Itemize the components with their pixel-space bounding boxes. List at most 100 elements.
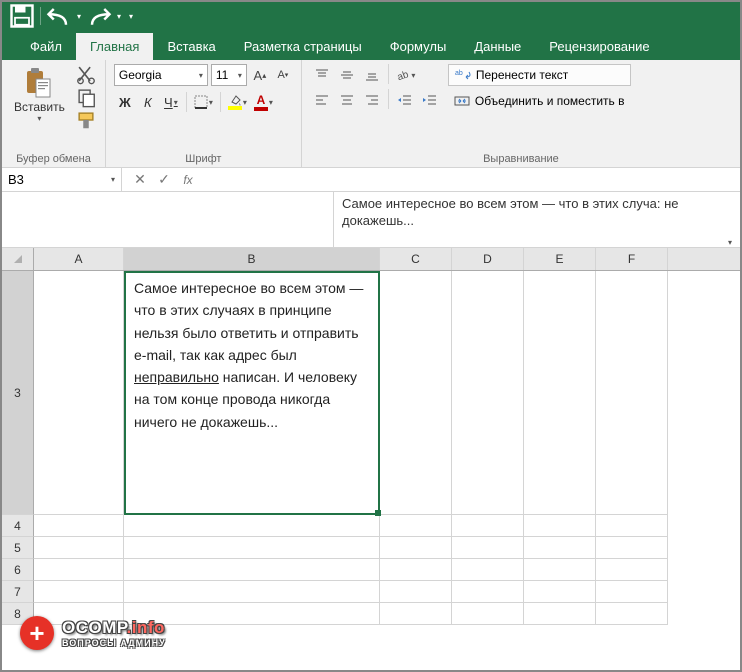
- tab-data[interactable]: Данные: [460, 33, 535, 60]
- italic-button[interactable]: К: [137, 91, 159, 113]
- cell[interactable]: [524, 603, 596, 625]
- row-header-6[interactable]: 6: [2, 559, 34, 581]
- cancel-formula-icon[interactable]: ✕: [128, 169, 152, 191]
- column-header-c[interactable]: C: [380, 248, 452, 270]
- cell-e3[interactable]: [524, 271, 596, 515]
- align-center-icon[interactable]: [335, 89, 359, 111]
- tab-review[interactable]: Рецензирование: [535, 33, 663, 60]
- decrease-indent-icon[interactable]: [393, 89, 417, 111]
- grow-font-icon[interactable]: A▴: [250, 64, 270, 86]
- column-header-e[interactable]: E: [524, 248, 596, 270]
- cell[interactable]: [124, 581, 380, 603]
- cell[interactable]: [452, 515, 524, 537]
- cell[interactable]: [524, 515, 596, 537]
- cell[interactable]: [596, 603, 668, 625]
- chevron-down-icon: ▾: [174, 98, 178, 107]
- cell[interactable]: [524, 537, 596, 559]
- format-painter-icon[interactable]: [75, 110, 97, 130]
- align-top-icon[interactable]: [310, 64, 334, 86]
- cell[interactable]: [380, 537, 452, 559]
- tab-page-layout[interactable]: Разметка страницы: [230, 33, 376, 60]
- formula-bar[interactable]: Самое интересное во всем этом — что в эт…: [2, 192, 740, 248]
- wrap-text-label: Перенести текст: [476, 68, 568, 82]
- cell-c3[interactable]: [380, 271, 452, 515]
- cell-d3[interactable]: [452, 271, 524, 515]
- group-label-font: Шрифт: [114, 151, 293, 165]
- tab-formulas[interactable]: Формулы: [376, 33, 461, 60]
- merge-center-button[interactable]: Объединить и поместить в: [448, 90, 631, 112]
- cell[interactable]: [380, 515, 452, 537]
- copy-icon[interactable]: [75, 87, 97, 107]
- tab-insert[interactable]: Вставка: [153, 33, 229, 60]
- increase-indent-icon[interactable]: [418, 89, 442, 111]
- wrap-text-button[interactable]: ab Перенести текст: [448, 64, 631, 86]
- cell[interactable]: [452, 581, 524, 603]
- cut-icon[interactable]: [75, 64, 97, 84]
- cell-f3[interactable]: [596, 271, 668, 515]
- cell[interactable]: [124, 515, 380, 537]
- cell[interactable]: [34, 537, 124, 559]
- cell[interactable]: [596, 515, 668, 537]
- font-name-dropdown[interactable]: Georgia ▾: [114, 64, 208, 86]
- cell[interactable]: [452, 603, 524, 625]
- font-color-button[interactable]: A ▾: [251, 91, 276, 113]
- undo-icon[interactable]: [45, 4, 73, 28]
- cell[interactable]: [380, 603, 452, 625]
- formula-expand-icon[interactable]: ▾: [720, 192, 740, 247]
- insert-function-icon[interactable]: fx: [176, 169, 200, 191]
- bold-button[interactable]: Ж: [114, 91, 136, 113]
- font-size-dropdown[interactable]: 11 ▾: [211, 64, 247, 86]
- cell[interactable]: [596, 581, 668, 603]
- undo-dropdown-icon[interactable]: ▾: [73, 4, 85, 28]
- column-header-d[interactable]: D: [452, 248, 524, 270]
- font-name-value: Georgia: [119, 68, 162, 82]
- tab-file[interactable]: Файл: [16, 33, 76, 60]
- row-header-5[interactable]: 5: [2, 537, 34, 559]
- select-all-corner[interactable]: [2, 248, 34, 270]
- paste-button[interactable]: Вставить ▾: [10, 64, 69, 125]
- row-header-4[interactable]: 4: [2, 515, 34, 537]
- cell[interactable]: [124, 559, 380, 581]
- row-header-3[interactable]: 3: [2, 271, 34, 515]
- cell[interactable]: [452, 537, 524, 559]
- cell[interactable]: [524, 581, 596, 603]
- fill-color-button[interactable]: ▾: [225, 91, 250, 113]
- tab-home[interactable]: Главная: [76, 33, 153, 60]
- enter-formula-icon[interactable]: ✓: [152, 169, 176, 191]
- cell[interactable]: [524, 559, 596, 581]
- redo-dropdown-icon[interactable]: ▾: [113, 4, 125, 28]
- cell[interactable]: [34, 581, 124, 603]
- cell-b3[interactable]: Самое интересное во всем этом — что в эт…: [124, 271, 380, 515]
- shrink-font-icon[interactable]: A▾: [273, 64, 293, 86]
- borders-button[interactable]: ▾: [191, 91, 216, 113]
- column-header-f[interactable]: F: [596, 248, 668, 270]
- chevron-down-icon: ▾: [209, 98, 213, 107]
- column-header-a[interactable]: A: [34, 248, 124, 270]
- cell[interactable]: [596, 559, 668, 581]
- align-bottom-icon[interactable]: [360, 64, 384, 86]
- group-label-alignment: Выравнивание: [310, 151, 732, 165]
- save-icon[interactable]: [8, 4, 36, 28]
- cell[interactable]: [452, 559, 524, 581]
- name-box[interactable]: B3 ▾: [2, 168, 122, 191]
- align-middle-icon[interactable]: [335, 64, 359, 86]
- align-left-icon[interactable]: [310, 89, 334, 111]
- row-header-7[interactable]: 7: [2, 581, 34, 603]
- cell[interactable]: [596, 537, 668, 559]
- cell-a3[interactable]: [34, 271, 124, 515]
- column-header-b[interactable]: B: [124, 248, 380, 270]
- orientation-icon[interactable]: ab▾: [393, 64, 417, 86]
- cell[interactable]: [380, 581, 452, 603]
- cell[interactable]: [34, 559, 124, 581]
- qat-customize-icon[interactable]: ▾: [125, 4, 137, 28]
- separator: [388, 64, 389, 84]
- cell[interactable]: [380, 559, 452, 581]
- svg-text:ab: ab: [455, 70, 463, 77]
- align-right-icon[interactable]: [360, 89, 384, 111]
- redo-icon[interactable]: [85, 4, 113, 28]
- spreadsheet-grid: A B C D E F 3 Самое интересное во всем э…: [2, 248, 740, 625]
- cell[interactable]: [124, 537, 380, 559]
- group-label-clipboard: Буфер обмена: [10, 151, 97, 165]
- cell[interactable]: [34, 515, 124, 537]
- underline-button[interactable]: Ч▾: [160, 91, 182, 113]
